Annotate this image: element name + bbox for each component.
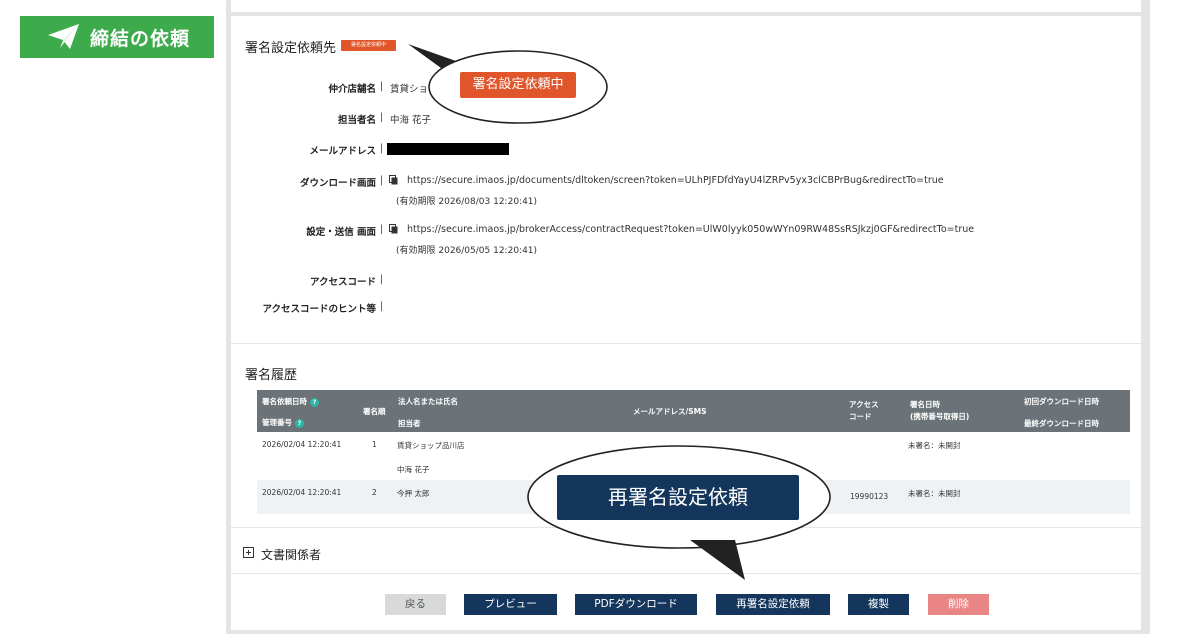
row2-access-code: 19990123 (850, 492, 889, 501)
expand-plus-icon[interactable] (243, 547, 254, 558)
col-signed-at-sub: (携帯番号取得日) (910, 412, 970, 421)
person-row: 担当者名 (238, 112, 376, 126)
separator: | (380, 143, 384, 154)
resign-callout: 再署名設定依頼 (557, 475, 799, 520)
top-strip (231, 0, 1141, 12)
copy-icon[interactable] (389, 175, 398, 185)
separator: | (380, 112, 384, 123)
page-badge-label: 締結の依頼 (90, 27, 191, 50)
row1-person: 中海 花子 (397, 465, 430, 474)
row2-order: 2 (372, 488, 377, 497)
pdf-download-button[interactable]: PDFダウンロード (575, 594, 697, 615)
copy-icon[interactable] (389, 224, 398, 234)
agent-store-row: 仲介店舗名 (238, 81, 376, 95)
col-request-datetime: 署名依頼日時? (262, 396, 319, 407)
duplicate-button[interactable]: 複製 (848, 594, 909, 615)
email-label: メールアドレス (309, 146, 376, 157)
separator: | (380, 175, 384, 186)
status-callout: 署名設定依頼中 (460, 72, 576, 98)
access-hint-label: アクセスコードのヒント等 (262, 304, 376, 315)
agent-store-label: 仲介店舗名 (328, 84, 376, 95)
request-section-title: 署名設定依頼先 (245, 41, 337, 56)
section-divider (231, 343, 1141, 344)
preview-button[interactable]: プレビュー (464, 594, 557, 615)
section-divider (231, 527, 1141, 528)
section-divider (231, 573, 1141, 574)
row1-order: 1 (372, 440, 377, 449)
separator: | (380, 274, 384, 285)
row2-name: 今押 太郎 (397, 489, 430, 498)
download-expiry: (有効期限 2026/08/03 12:20:41) (396, 197, 538, 207)
col-corp-name: 法人名または氏名 (398, 397, 458, 406)
col-signed-at: 署名日時 (910, 400, 940, 409)
email-row: メールアドレス (238, 143, 376, 157)
doc-related-toggle[interactable]: 文書関係者 (261, 546, 321, 563)
col-person: 担当者 (398, 419, 421, 428)
row2-datetime: 2026/02/04 12:20:41 (262, 488, 342, 497)
setting-expiry: (有効期限 2026/05/05 12:20:41) (396, 246, 538, 256)
redacted-email (387, 143, 509, 155)
col-order: 署名順 (363, 407, 386, 416)
page-badge: 締結の依頼 (20, 16, 214, 58)
separator: | (380, 81, 384, 92)
col-first-download: 初回ダウンロード日時 (1024, 397, 1099, 406)
download-url-link[interactable]: https://secure.imaos.jp/documents/dltoke… (407, 175, 944, 186)
agent-store-value: 賃貸ショッ (390, 84, 438, 95)
col-management-no: 管理番号? (262, 417, 304, 428)
col-last-download: 最終ダウンロード日時 (1024, 419, 1099, 428)
access-hint-row: アクセスコードのヒント等 (238, 301, 376, 315)
paper-plane-icon (48, 24, 79, 49)
download-label: ダウンロード画面 (299, 178, 376, 189)
resign-request-button[interactable]: 再署名設定依頼 (716, 594, 830, 615)
access-code-row: アクセスコード (238, 274, 376, 288)
row1-name: 賃貸ショップ品川店 (397, 441, 465, 450)
back-button[interactable]: 戻る (385, 594, 446, 615)
setting-url-link[interactable]: https://secure.imaos.jp/brokerAccess/con… (407, 224, 974, 235)
setting-row: 設定・送信 画面 (238, 224, 376, 238)
delete-button[interactable]: 削除 (928, 594, 989, 615)
col-access-code: アクセスコード (849, 400, 879, 421)
row1-status: 未署名：未開封 (908, 441, 961, 450)
status-badge: 署名設定依頼中 (341, 40, 396, 51)
content-panel (231, 16, 1141, 630)
separator: | (380, 301, 384, 312)
person-label: 担当者名 (337, 115, 376, 126)
row1-datetime: 2026/02/04 12:20:41 (262, 440, 342, 449)
history-title: 署名履歴 (245, 368, 298, 383)
col-mail: メールアドレス/SMS (633, 407, 707, 416)
row2-status: 未署名：未開封 (908, 489, 961, 498)
help-icon[interactable]: ? (295, 418, 304, 428)
person-value: 中海 花子 (390, 115, 432, 126)
access-code-label: アクセスコード (309, 277, 376, 288)
download-row: ダウンロード画面 (238, 175, 376, 189)
separator: | (380, 224, 384, 235)
setting-label: 設定・送信 画面 (306, 227, 376, 238)
help-icon[interactable]: ? (310, 397, 319, 407)
